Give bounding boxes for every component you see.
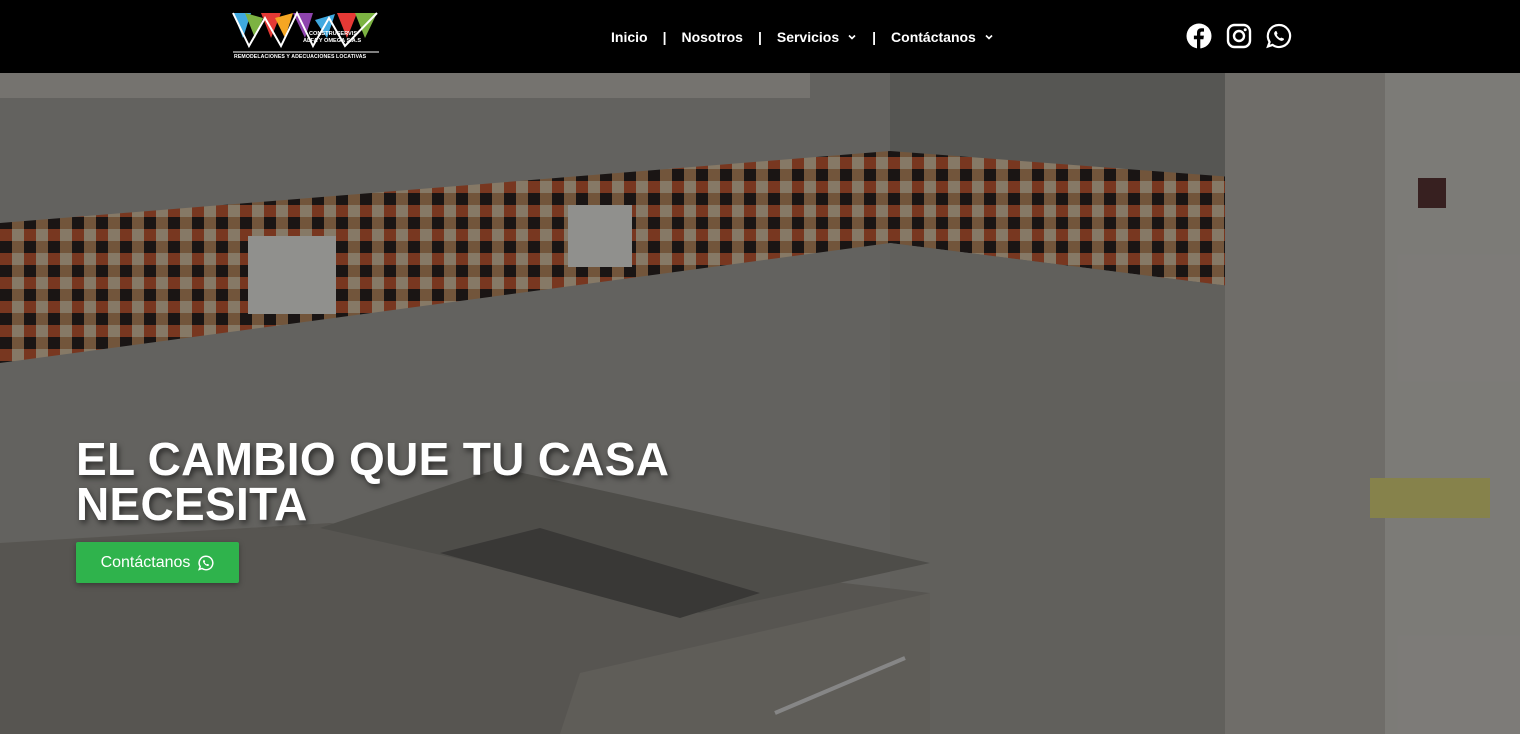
whatsapp-icon — [198, 554, 214, 571]
social-links — [1186, 23, 1292, 49]
nav-item-label: Inicio — [611, 29, 648, 45]
logo-text-tagline: REMODELACIONES Y ADECUACIONES LOCATIVAS — [234, 54, 367, 60]
nav-item-contactanos[interactable]: Contáctanos — [891, 29, 994, 45]
top-navbar: CONSTRUSERVIS ALFA Y OMEGA S.A.S REMODEL… — [0, 0, 1520, 73]
main-nav: Inicio | Nosotros | Servicios | Contácta… — [611, 27, 994, 47]
nav-item-label: Nosotros — [681, 29, 743, 45]
hero-dim-overlay — [0, 73, 1520, 734]
nav-item-servicios[interactable]: Servicios — [777, 29, 857, 45]
chevron-down-icon — [984, 32, 994, 42]
nav-item-inicio[interactable]: Inicio — [611, 29, 648, 45]
nav-item-nosotros[interactable]: Nosotros — [681, 29, 742, 45]
nav-item-label: Servicios — [776, 29, 840, 45]
facebook-icon[interactable] — [1186, 23, 1212, 49]
cta-label: Contáctanos — [100, 553, 191, 571]
hero-headline: EL CAMBIO QUE TU CASA NECESITA — [76, 433, 668, 530]
logo-text-name: CONSTRUSERVIS — [309, 31, 358, 37]
nav-separator: | — [872, 29, 877, 45]
logo-text-company: ALFA Y OMEGA S.A.S — [303, 38, 362, 44]
nav-separator: | — [757, 29, 762, 45]
nav-item-label: Contáctanos — [891, 29, 976, 45]
hero-section: EL CAMBIO QUE TU CASA NECESITA Contáctan… — [0, 73, 1520, 734]
contact-cta-button[interactable]: Contáctanos — [76, 542, 239, 583]
instagram-icon[interactable] — [1226, 23, 1252, 49]
nav-separator: | — [662, 29, 667, 45]
company-logo[interactable]: CONSTRUSERVIS ALFA Y OMEGA S.A.S REMODEL… — [231, 10, 381, 64]
chevron-down-icon — [847, 32, 857, 42]
whatsapp-icon[interactable] — [1266, 23, 1292, 49]
